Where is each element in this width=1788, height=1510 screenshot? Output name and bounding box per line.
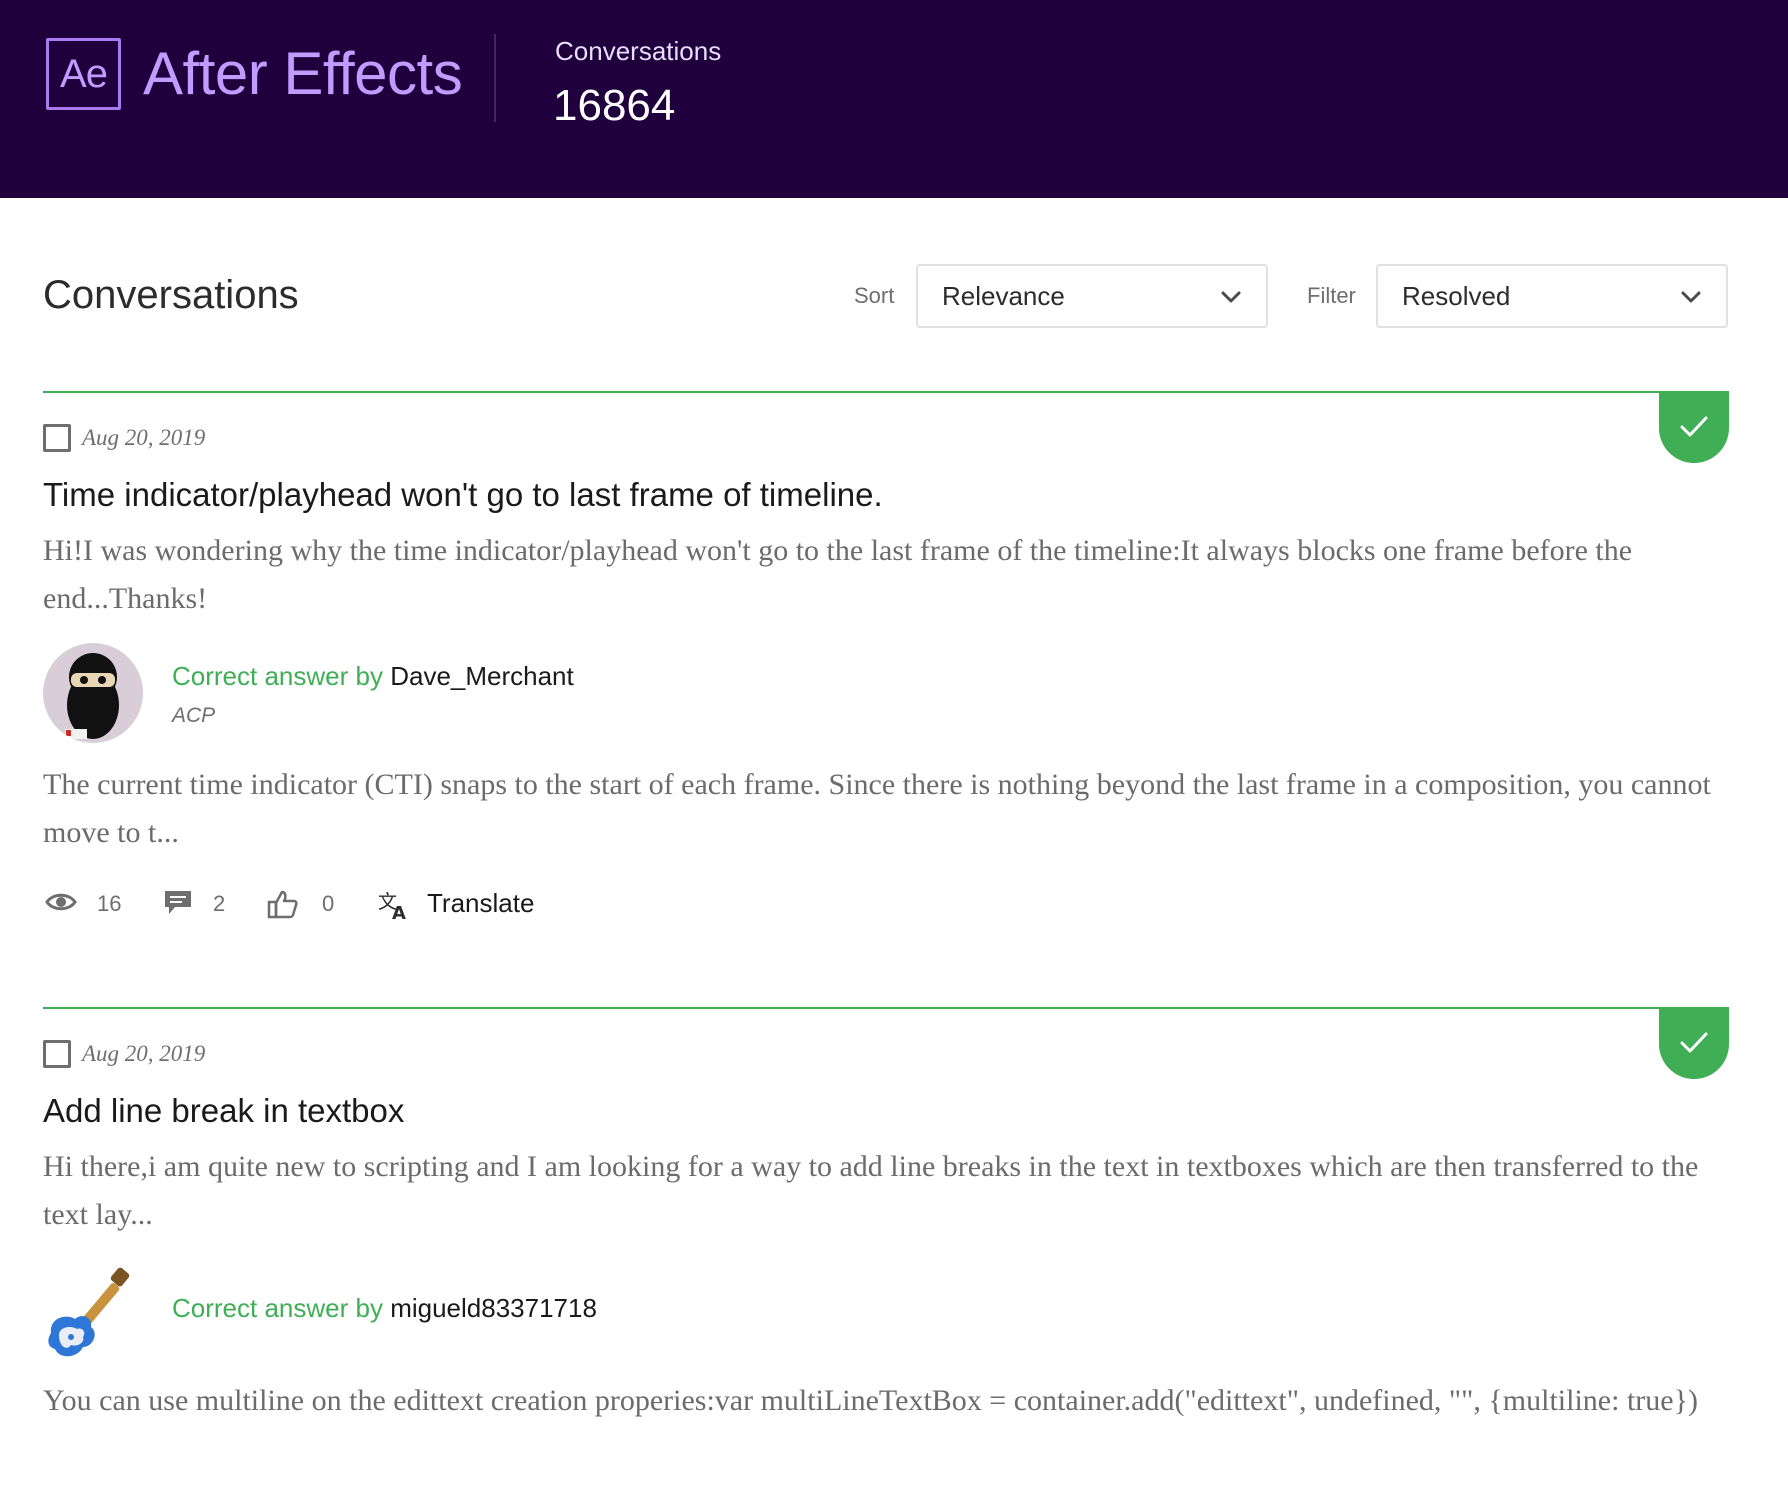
- logo-text: Ae: [60, 51, 108, 96]
- correct-answer-line: Correct answer by migueld83371718: [172, 1291, 597, 1325]
- post-stats: 16 2 0 文 A Translate: [43, 885, 743, 925]
- avatar[interactable]: [43, 643, 143, 743]
- card-divider: [43, 1007, 1729, 1009]
- post-excerpt: Hi there,i am quite new to scripting and…: [43, 1150, 1699, 1231]
- check-icon: [1680, 416, 1708, 437]
- sort-label: Sort: [854, 283, 895, 308]
- svg-text:A: A: [392, 903, 406, 921]
- post-date: Aug 20, 2019: [82, 1041, 206, 1066]
- chevron-down-icon: [1221, 291, 1241, 303]
- conversation-card: Aug 20, 2019 Add line break in textbox H…: [43, 1007, 1729, 1510]
- app-name[interactable]: After Effects: [143, 36, 463, 112]
- header-divider: [494, 34, 496, 122]
- answer-excerpt: You can use multiline on the edittext cr…: [43, 1384, 1698, 1417]
- reply-count: 2: [213, 891, 226, 916]
- conversations-count: 16864: [553, 81, 676, 130]
- correct-answer-prefix: Correct answer by: [172, 1293, 383, 1323]
- resolved-badge: [1659, 1007, 1729, 1079]
- guitar-avatar-image: [48, 1267, 130, 1357]
- chevron-down-icon: [1681, 291, 1701, 303]
- card-divider: [43, 391, 1729, 393]
- avatar[interactable]: [43, 1267, 143, 1367]
- answer-excerpt: The current time indicator (CTI) snaps t…: [43, 768, 1711, 849]
- thumbs-up-icon[interactable]: [267, 889, 299, 919]
- app-header: Ae After Effects Conversations 16864: [0, 0, 1788, 198]
- sort-dropdown[interactable]: Relevance: [916, 264, 1268, 328]
- post-title[interactable]: Time indicator/playhead won't go to last…: [43, 473, 883, 517]
- filter-label: Filter: [1307, 283, 1356, 308]
- sort-value: Relevance: [942, 280, 1065, 311]
- post-title[interactable]: Add line break in textbox: [43, 1089, 404, 1133]
- select-checkbox[interactable]: [43, 424, 71, 452]
- answer-author-link[interactable]: migueld83371718: [390, 1293, 597, 1323]
- translate-icon[interactable]: 文 A: [377, 889, 411, 921]
- after-effects-logo[interactable]: Ae: [46, 38, 121, 110]
- post-excerpt: Hi!I was wondering why the time indicato…: [43, 534, 1633, 615]
- answer-author-link[interactable]: Dave_Merchant: [390, 661, 574, 691]
- filter-value: Resolved: [1402, 280, 1511, 311]
- post-date: Aug 20, 2019: [82, 425, 206, 450]
- conversation-card: Aug 20, 2019 Time indicator/playhead won…: [43, 391, 1729, 951]
- comment-icon: [165, 891, 191, 914]
- filter-dropdown[interactable]: Resolved: [1376, 264, 1728, 328]
- translate-button[interactable]: Translate: [427, 885, 534, 921]
- like-count: 0: [322, 891, 335, 916]
- check-icon: [1680, 1032, 1708, 1053]
- resolved-badge: [1659, 391, 1729, 463]
- conversations-count-label: Conversations: [555, 36, 722, 66]
- view-count: 16: [97, 891, 122, 916]
- eye-icon: [45, 893, 77, 911]
- author-rank: ACP: [172, 704, 216, 727]
- correct-answer-prefix: Correct answer by: [172, 661, 383, 691]
- select-checkbox[interactable]: [43, 1040, 71, 1068]
- ninja-avatar-image: [43, 643, 143, 743]
- page-title: Conversations: [43, 273, 299, 317]
- correct-answer-line: Correct answer by Dave_Merchant: [172, 659, 574, 693]
